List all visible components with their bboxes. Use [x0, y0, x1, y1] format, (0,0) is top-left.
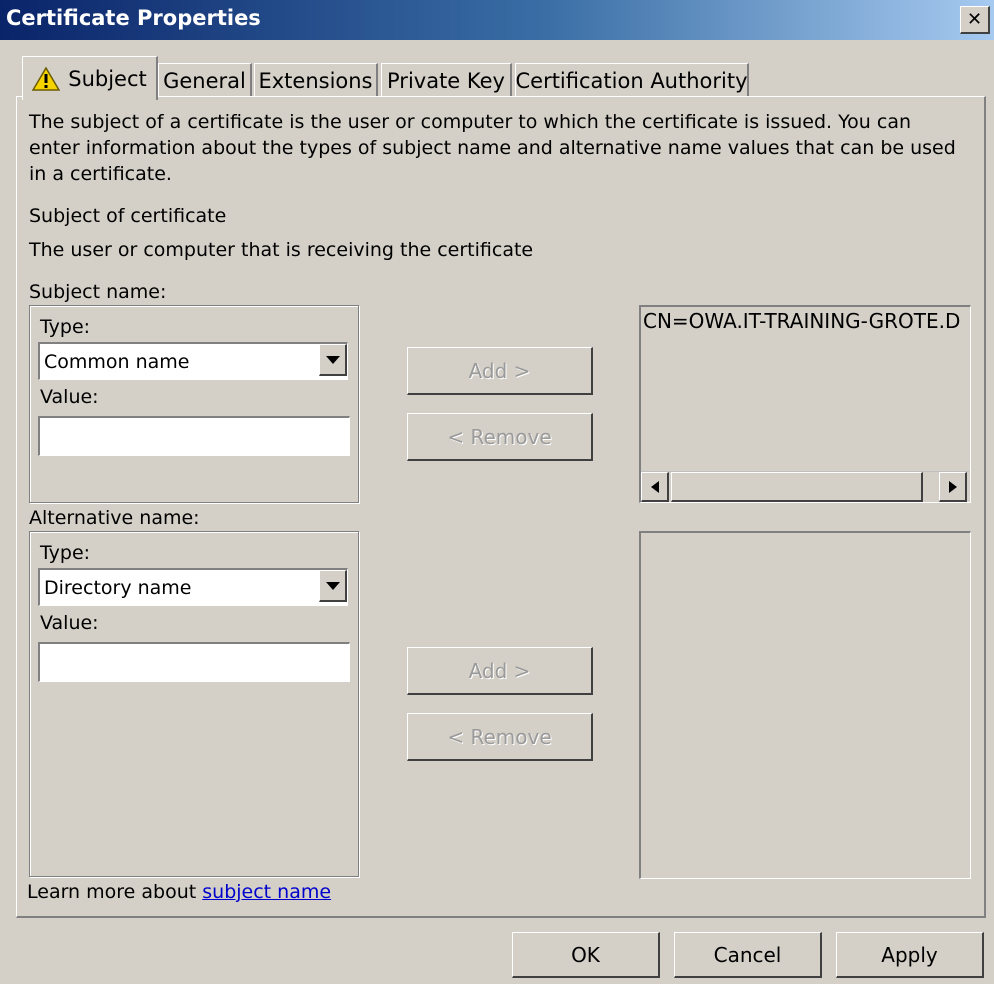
list-item[interactable]: CN=OWA.IT-TRAINING-GROTE.D: [643, 309, 969, 333]
subject-values-list[interactable]: CN=OWA.IT-TRAINING-GROTE.D: [639, 305, 971, 503]
tab-subject[interactable]: Subject: [22, 56, 158, 100]
scroll-thumb[interactable]: [671, 472, 923, 502]
intro-text-line3: in a certificate.: [29, 163, 172, 185]
subject-type-label: Type:: [40, 316, 91, 338]
alternative-value-label: Value:: [40, 612, 99, 634]
cancel-button[interactable]: Cancel: [674, 932, 822, 978]
alternative-value-input[interactable]: [38, 642, 350, 682]
intro-text-line2: enter information about the types of sub…: [29, 137, 956, 159]
button-label: Apply: [881, 942, 938, 967]
subject-type-select[interactable]: Common name: [38, 342, 348, 380]
warning-icon: [32, 66, 61, 91]
learn-more-text: Learn more about subject name: [27, 881, 331, 903]
ok-button[interactable]: OK: [512, 932, 660, 978]
close-button[interactable]: ✕: [960, 6, 990, 34]
tab-general[interactable]: General: [158, 63, 252, 97]
chevron-down-icon: [325, 355, 340, 364]
subject-add-button[interactable]: Add >: [407, 347, 593, 395]
chevron-left-icon: [650, 480, 659, 493]
subject-description: The user or computer that is receiving t…: [29, 239, 534, 261]
learn-more-prefix: Learn more about: [27, 881, 203, 903]
close-icon: ✕: [966, 9, 983, 30]
window-title: Certificate Properties: [6, 6, 261, 30]
intro-text-line1: The subject of a certificate is the user…: [29, 111, 912, 133]
alternative-add-button[interactable]: Add >: [407, 647, 593, 695]
title-bar: Certificate Properties ✕: [0, 0, 994, 40]
alternative-type-value: Directory name: [44, 576, 192, 599]
alternative-type-select[interactable]: Directory name: [38, 568, 348, 606]
alternative-name-label: Alternative name:: [29, 507, 200, 529]
button-label: < Remove: [447, 424, 552, 449]
scroll-right-button[interactable]: [939, 472, 967, 502]
subject-type-dropdown-button[interactable]: [319, 344, 347, 376]
button-label: Add >: [468, 658, 531, 683]
tab-label: Private Key: [387, 68, 505, 93]
subject-value-input[interactable]: [38, 416, 350, 456]
subject-remove-button[interactable]: < Remove: [407, 413, 593, 461]
subject-value-label: Value:: [40, 386, 99, 408]
subject-heading: Subject of certificate: [29, 205, 227, 227]
tab-label: Subject: [68, 66, 147, 91]
scroll-left-button[interactable]: [641, 472, 669, 502]
subject-name-label: Subject name:: [29, 281, 167, 303]
alternative-remove-button[interactable]: < Remove: [407, 713, 593, 761]
tab-certification-authority[interactable]: Certification Authority: [515, 63, 749, 97]
subject-tab-panel: The subject of a certificate is the user…: [16, 96, 986, 918]
alternative-type-dropdown-button[interactable]: [319, 570, 347, 602]
alternative-values-list[interactable]: [639, 531, 971, 879]
tab-label: Certification Authority: [515, 68, 748, 93]
horizontal-scrollbar[interactable]: [641, 471, 969, 502]
button-label: Add >: [468, 358, 531, 383]
tab-extensions[interactable]: Extensions: [254, 63, 378, 97]
alternative-name-group: Type: Directory name Value:: [29, 531, 359, 877]
tab-label: Extensions: [258, 68, 373, 93]
chevron-right-icon: [948, 480, 957, 493]
tab-private-key[interactable]: Private Key: [381, 63, 512, 97]
apply-button[interactable]: Apply: [836, 932, 984, 978]
alternative-type-label: Type:: [40, 542, 91, 564]
button-label: OK: [571, 942, 600, 967]
tab-label: General: [163, 68, 246, 93]
chevron-down-icon: [325, 581, 340, 590]
subject-name-link[interactable]: subject name: [202, 881, 331, 903]
button-label: Cancel: [713, 942, 782, 967]
button-label: < Remove: [447, 724, 552, 749]
subject-type-value: Common name: [44, 350, 190, 373]
subject-name-group: Type: Common name Value:: [29, 305, 359, 503]
